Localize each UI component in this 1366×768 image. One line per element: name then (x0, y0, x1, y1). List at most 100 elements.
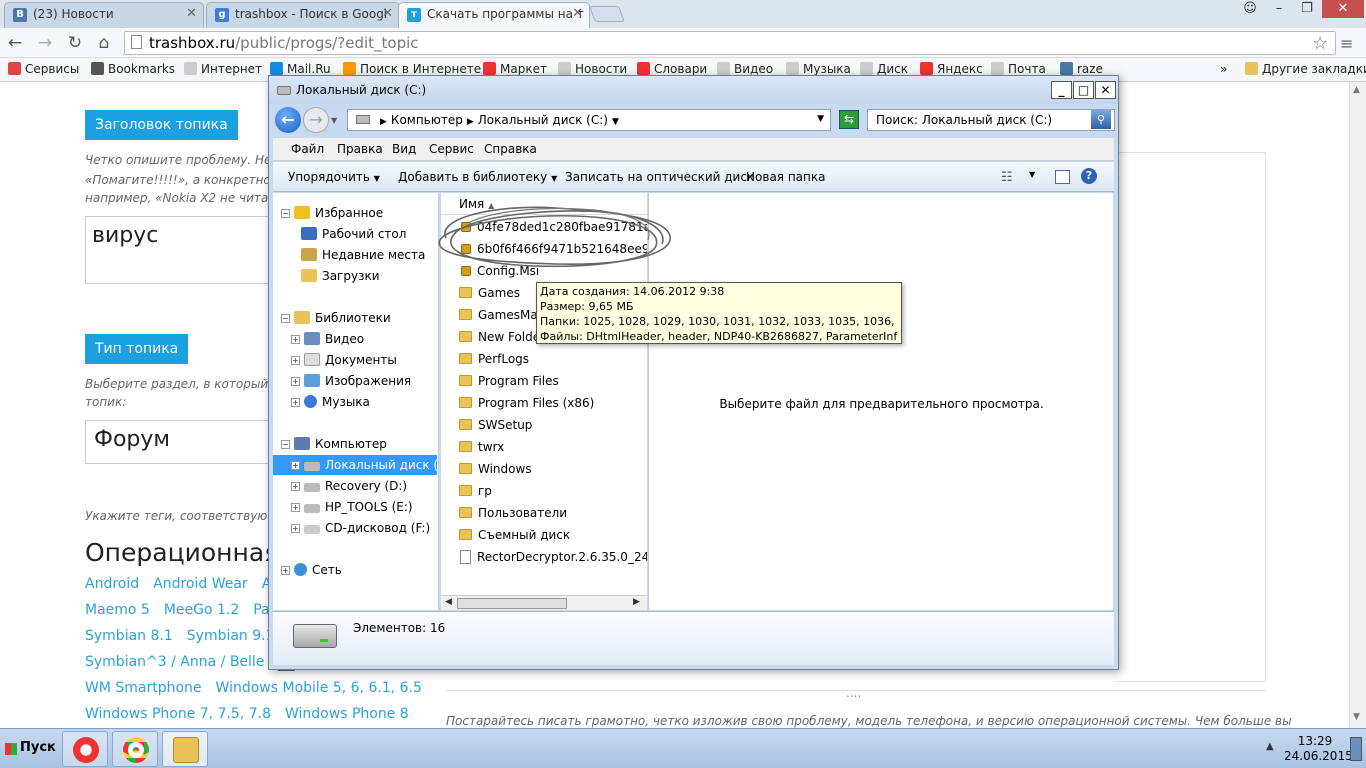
bookmark-internet[interactable]: Интернет (184, 62, 262, 76)
chevron-down-icon[interactable]: ▼ (817, 114, 824, 124)
explorer-titlebar[interactable]: Локальный диск (C:) (269, 76, 1118, 104)
tab-trashbox[interactable]: т Скачать программы на т ✕ (398, 2, 590, 28)
scroll-thumb[interactable] (457, 598, 567, 609)
nav-libraries[interactable]: − Библиотеки (281, 308, 391, 328)
file-row[interactable]: гр (459, 480, 492, 502)
forward-icon[interactable]: → (303, 107, 329, 133)
collapse-icon[interactable]: − (281, 209, 290, 218)
menu-view[interactable]: Вид (392, 142, 416, 156)
file-row[interactable]: Съемный диск (459, 524, 570, 546)
back-icon[interactable]: ← (275, 107, 301, 133)
bookmark-mailru[interactable]: Mail.Ru (270, 62, 331, 76)
add-to-library-button[interactable]: Добавить в библиотеку ▼ (398, 170, 557, 184)
menu-file[interactable]: Файл (291, 142, 324, 156)
nav-desktop[interactable]: Рабочий стол (301, 224, 406, 244)
address-segment[interactable]: Локальный диск (C:) (478, 113, 608, 127)
explorer-search-input[interactable]: Поиск: Локальный диск (C:) (867, 109, 1115, 131)
expand-icon[interactable]: + (291, 398, 300, 407)
bookmark-yandex[interactable]: Яндекс (920, 62, 983, 76)
bookmark-mail[interactable]: Почта (991, 62, 1046, 76)
nav-recovery-d[interactable]: + Recovery (D:) (291, 476, 407, 496)
os-tag[interactable]: Windows Phone 8 (285, 706, 409, 722)
chevron-down-icon[interactable]: ▼ (1029, 170, 1035, 179)
os-tag[interactable]: Windows Phone 7, 7.5, 7.8 (85, 706, 271, 722)
bookmark-star-icon[interactable]: ☆ (1312, 33, 1328, 54)
file-row[interactable]: PerfLogs (459, 348, 529, 370)
collapse-icon[interactable]: − (281, 314, 290, 323)
expand-icon[interactable]: + (291, 461, 300, 470)
nav-hptools-e[interactable]: + HP_TOOLS (E:) (291, 497, 413, 517)
menu-tools[interactable]: Сервис (429, 142, 474, 156)
bookmark-raze[interactable]: raze (1060, 62, 1103, 76)
topic-title-input[interactable]: вирус (85, 216, 285, 284)
taskbar-yandex-browser[interactable] (62, 731, 108, 767)
explorer-address-bar[interactable]: ▶ Компьютер ▶ Локальный диск (C:) ▼ ▼ (347, 109, 831, 131)
bookmark-market[interactable]: Маркет (483, 62, 547, 76)
os-tag[interactable]: Symbian^3 / Anna / Belle (85, 654, 264, 670)
reload-icon[interactable]: ↻ (64, 32, 86, 54)
show-desktop-button[interactable] (1350, 737, 1362, 761)
new-tab-button[interactable] (589, 6, 625, 22)
burn-button[interactable]: Записать на оптический диск (565, 170, 754, 184)
menu-edit[interactable]: Правка (337, 142, 383, 156)
address-segment[interactable]: Компьютер (391, 113, 463, 127)
nav-pictures[interactable]: + Изображения (291, 371, 411, 391)
bookmarks-more[interactable]: » (1220, 62, 1227, 76)
view-options-icon[interactable]: ☷ (1001, 170, 1013, 185)
file-row[interactable]: Games (459, 282, 520, 304)
maximize-button[interactable]: □ (1073, 81, 1094, 99)
menu-icon[interactable]: ≡ (1340, 34, 1353, 53)
page-scrollbar[interactable]: ▲ ▼ (1349, 82, 1366, 728)
start-button[interactable]: Пуск (2, 737, 56, 761)
file-row[interactable]: RectorDecryptor.2.6.35.0_24.06. (459, 546, 647, 568)
close-button[interactable]: ✕ (1322, 0, 1364, 18)
file-list-hscrollbar[interactable]: ◀ ▶ (441, 595, 647, 610)
home-icon[interactable]: ⌂ (93, 32, 115, 54)
preview-pane-icon[interactable] (1055, 170, 1070, 184)
topic-type-select[interactable]: Форум (85, 420, 285, 464)
bookmark-bookmarks[interactable]: Bookmarks (91, 62, 175, 76)
scroll-down-icon[interactable]: ▼ (1353, 712, 1360, 722)
file-row[interactable]: Config.Msi (459, 260, 539, 282)
menu-help[interactable]: Справка (484, 142, 537, 156)
collapse-icon[interactable]: − (281, 440, 290, 449)
nav-recent-places[interactable]: Недавние места (301, 245, 425, 265)
nav-computer[interactable]: − Компьютер (281, 434, 387, 454)
search-icon[interactable]: ⚲ (1091, 110, 1111, 129)
scroll-up-icon[interactable]: ▲ (1353, 85, 1360, 95)
expand-icon[interactable]: + (291, 377, 300, 386)
chevron-right-icon[interactable]: ▶ (380, 117, 387, 127)
chevron-right-icon[interactable]: ▶ (467, 117, 474, 127)
bookmark-search[interactable]: Поиск в Интернете (343, 62, 481, 76)
bookmark-video[interactable]: Видео (717, 62, 773, 76)
new-folder-button[interactable]: Новая папка (746, 170, 825, 184)
nav-downloads[interactable]: Загрузки (301, 266, 380, 286)
file-row[interactable]: GamesMai (459, 304, 541, 326)
tray-expand-icon[interactable]: ▲ (1266, 741, 1274, 752)
refresh-icon[interactable]: ⇆ (839, 110, 859, 129)
bookmark-news[interactable]: Новости (558, 62, 627, 76)
file-row[interactable]: Program Files (x86) (459, 392, 594, 414)
address-bar[interactable]: trashbox.ru/public/progs/?edit_topic (124, 31, 1336, 55)
clock[interactable]: 13:29 24.06.2015 (1284, 734, 1353, 764)
close-icon[interactable]: ✕ (382, 6, 393, 21)
nav-video[interactable]: + Видео (291, 329, 364, 349)
close-icon[interactable]: ✕ (186, 6, 197, 21)
bookmark-dictionaries[interactable]: Словари (637, 62, 707, 76)
taskbar-chrome[interactable] (112, 731, 158, 767)
back-icon[interactable]: ← (4, 32, 26, 54)
os-tag[interactable]: Windows Mobile 5, 6, 6.1, 6.5 (216, 680, 422, 696)
file-row[interactable]: Program Files (459, 370, 559, 392)
os-tag[interactable]: Symbian 8.1 (85, 628, 173, 644)
maximize-button[interactable]: ❐ (1294, 0, 1320, 18)
minimize-button[interactable]: – (1266, 0, 1292, 18)
nav-cd-drive-f[interactable]: + CD-дисковод (F:) (291, 518, 430, 538)
file-row[interactable]: Windows (459, 458, 532, 480)
os-tag[interactable]: Android (85, 576, 139, 592)
os-tag[interactable]: MeeGo 1.2 (164, 602, 239, 618)
tab-google-search[interactable]: g trashbox - Поиск в Googl ✕ (206, 2, 400, 28)
close-button[interactable]: ✕ (1095, 81, 1116, 99)
expand-icon[interactable]: + (281, 566, 290, 575)
other-bookmarks[interactable]: Другие закладки (1245, 62, 1366, 76)
bookmark-music[interactable]: Музыка (786, 62, 851, 76)
